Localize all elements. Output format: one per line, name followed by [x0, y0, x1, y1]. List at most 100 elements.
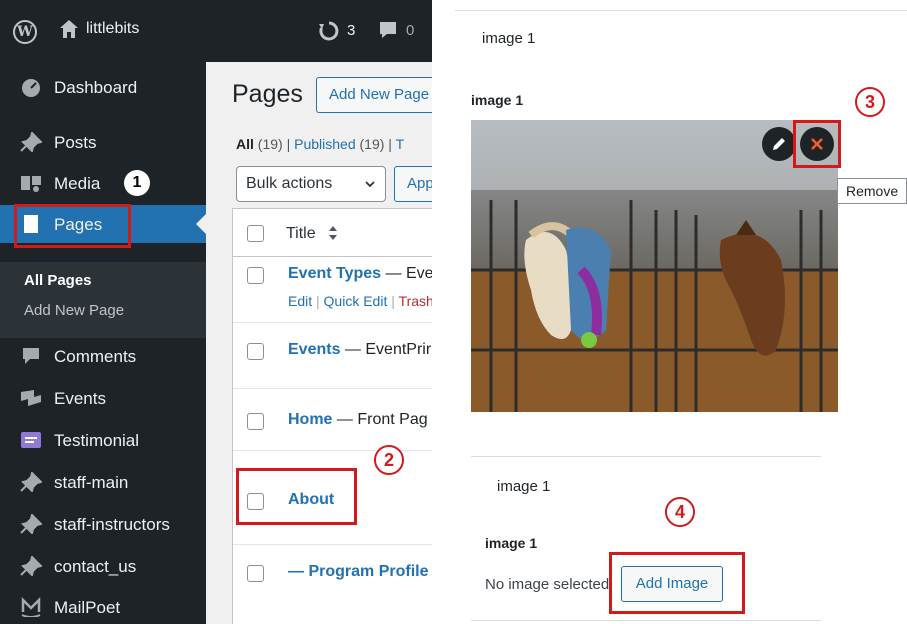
sort-icon[interactable] — [328, 225, 338, 241]
pencil-icon — [773, 138, 785, 150]
pin-icon — [20, 514, 42, 534]
comment-icon — [23, 348, 39, 364]
row-actions: Edit | Quick Edit | Trash — [288, 293, 432, 309]
remove-tooltip: Remove — [837, 178, 907, 204]
sidebar-item-staff-instructors[interactable]: staff-instructors — [0, 505, 206, 543]
step-badge-2: 2 — [374, 445, 404, 475]
row-checkbox[interactable] — [247, 343, 264, 360]
sidebar-item-label: Posts — [54, 133, 97, 152]
home-icon[interactable] — [59, 18, 79, 40]
comments-count: 0 — [406, 22, 415, 39]
row-title-suffix: — EventPrir — [344, 341, 432, 358]
row-checkbox[interactable] — [247, 413, 264, 430]
sidebar-item-label: contact_us — [54, 557, 137, 576]
edit-image-button[interactable] — [762, 127, 796, 161]
chevron-down-icon — [365, 181, 375, 188]
updates-count: 3 — [347, 22, 356, 39]
sidebar-item-comments[interactable]: Comments — [0, 337, 206, 375]
submenu-add-new-page[interactable]: Add New Page — [24, 302, 124, 319]
pages-list-area: Pages Add New Page All (19) | Published … — [206, 62, 432, 624]
row-action-separator: | — [391, 293, 395, 309]
step-badge-4: 4 — [665, 497, 695, 527]
image-field-label: image 1 — [471, 92, 524, 108]
field-group-label: image 1 — [497, 478, 551, 495]
sidebar-item-testimonial[interactable]: Testimonial — [0, 421, 206, 459]
row-action-quick-edit[interactable]: Quick Edit — [324, 293, 388, 309]
image-field-label: image 1 — [485, 535, 538, 551]
highlight-about-row — [236, 468, 357, 525]
status-filter-links: All (19) | Published (19) | T — [236, 136, 404, 152]
sidebar-item-label: Media — [54, 174, 101, 193]
sidebar-item-dashboard[interactable]: Dashboard — [0, 68, 206, 106]
selected-image-preview — [471, 120, 838, 412]
table-row: Events — EventPrir — [233, 323, 432, 389]
sidebar-item-label: staff-main — [54, 473, 129, 492]
sidebar-item-label: Comments — [54, 347, 137, 366]
pin-icon — [20, 472, 42, 492]
filter-separator: | — [388, 136, 392, 152]
row-title-text: Event Types — [288, 265, 382, 282]
sidebar-item-events[interactable]: Events — [0, 379, 206, 417]
row-title-suffix: — Front Pag — [336, 411, 428, 428]
filter-trash[interactable]: T — [396, 136, 405, 152]
row-action-trash[interactable]: Trash — [399, 293, 432, 309]
row-checkbox[interactable] — [247, 267, 264, 284]
bulk-actions-value: Bulk actions — [246, 175, 333, 192]
sidebar-item-label: Testimonial — [54, 431, 140, 450]
pages-submenu: All Pages Add New Page — [0, 262, 206, 338]
apply-button[interactable]: Apply — [394, 166, 432, 202]
panel-divider — [471, 620, 821, 621]
sidebar-item-posts[interactable]: Posts — [0, 123, 206, 161]
column-header-title[interactable]: Title — [286, 225, 316, 243]
table-row: — Program Profile — [233, 545, 432, 615]
filter-all-count: (19) — [257, 136, 283, 152]
row-title-link[interactable]: — Program Profile — [288, 563, 428, 581]
sidebar-item-staff-main[interactable]: staff-main — [0, 463, 206, 501]
comments-icon[interactable] — [378, 20, 398, 40]
step-badge-3: 3 — [855, 87, 885, 117]
acf-field-panels: image 1 image 1 3 Remove image 1 4 image… — [455, 0, 907, 624]
bulk-actions-select[interactable]: Bulk actions — [236, 166, 386, 202]
filter-separator: | — [286, 136, 291, 152]
wordpress-logo-icon[interactable]: W — [13, 20, 37, 44]
sidebar-item-contact-us[interactable]: contact_us — [0, 547, 206, 585]
highlight-pages-menu — [14, 204, 131, 248]
site-name-link[interactable]: littlebits — [86, 20, 139, 38]
panel-divider — [471, 456, 821, 457]
step-badge-1: 1 — [124, 170, 150, 196]
submenu-all-pages[interactable]: All Pages — [24, 272, 92, 289]
no-image-selected-text: No image selected — [485, 576, 610, 593]
row-title-text: Home — [288, 411, 333, 428]
row-action-separator: | — [316, 293, 320, 309]
select-all-checkbox[interactable] — [247, 225, 264, 242]
field-group-label: image 1 — [482, 30, 536, 47]
row-title-link[interactable]: Home — Front Pag — [288, 411, 428, 429]
wp-admin-window: W littlebits 3 0 Dashboard Posts Media P… — [0, 0, 432, 624]
updates-icon[interactable] — [318, 20, 340, 42]
highlight-add-image-button — [609, 552, 745, 614]
row-title-link[interactable]: Events — EventPrir — [288, 341, 431, 359]
sidebar-item-label: MailPoet — [54, 598, 121, 617]
row-checkbox[interactable] — [247, 565, 264, 582]
filter-all[interactable]: All — [236, 136, 254, 152]
sidebar-item-mailpoet[interactable]: MailPoet — [0, 588, 206, 624]
row-title-suffix: — Eve — [385, 265, 432, 282]
events-icon — [21, 390, 41, 406]
row-title-link[interactable]: Event Types — Eve — [288, 265, 432, 283]
dashboard-icon — [22, 79, 40, 97]
panel-divider — [455, 10, 907, 11]
table-row: Home — Front Pag — [233, 389, 432, 451]
pin-icon — [20, 132, 42, 152]
page-title: Pages — [232, 80, 303, 108]
sidebar-item-media[interactable]: Media — [0, 164, 206, 202]
media-icon — [21, 176, 41, 192]
add-new-page-button[interactable]: Add New Page — [316, 77, 432, 113]
table-row: Event Types — Eve Edit | Quick Edit | Tr… — [233, 257, 432, 323]
filter-published[interactable]: Published — [294, 136, 356, 152]
admin-sidebar: Dashboard Posts Media Pages All Pages Ad… — [0, 62, 206, 624]
screenshot-root: W littlebits 3 0 Dashboard Posts Media P… — [0, 0, 907, 624]
sidebar-item-label: Dashboard — [54, 78, 138, 97]
mailpoet-icon — [21, 597, 41, 617]
sidebar-item-label: staff-instructors — [54, 515, 170, 534]
row-action-edit[interactable]: Edit — [288, 293, 312, 309]
